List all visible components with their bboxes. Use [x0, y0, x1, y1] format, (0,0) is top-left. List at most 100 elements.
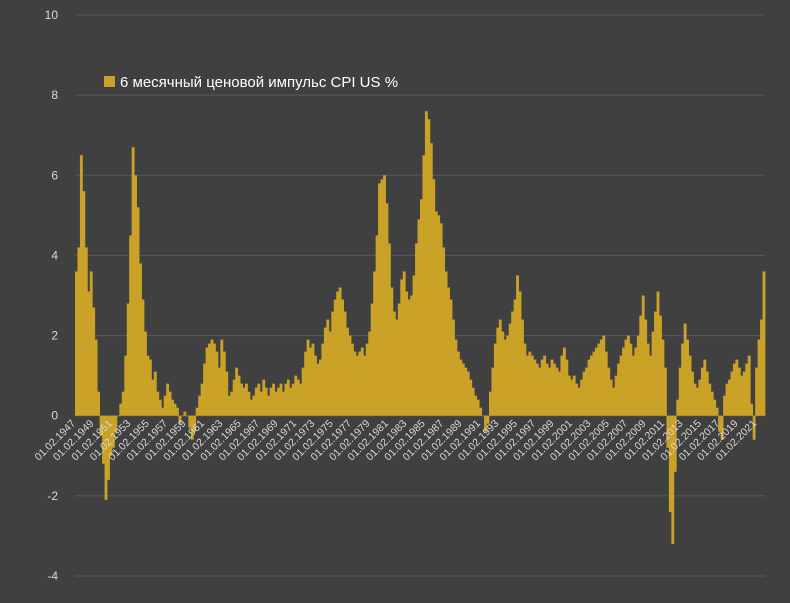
bar — [742, 371, 746, 416]
bar — [565, 359, 569, 416]
bar — [230, 391, 234, 416]
bar — [612, 387, 616, 416]
bar — [272, 383, 275, 416]
bar — [291, 383, 295, 416]
bar — [737, 367, 741, 416]
bar-series — [75, 111, 766, 544]
bar — [641, 295, 645, 416]
bar — [686, 339, 689, 416]
bar — [555, 367, 559, 416]
bar — [222, 351, 226, 416]
bar — [627, 335, 630, 416]
bar — [572, 375, 576, 416]
bar — [355, 355, 359, 416]
bar — [200, 383, 204, 416]
bar — [247, 391, 251, 416]
bar — [582, 371, 586, 416]
bar — [351, 343, 354, 416]
bar — [580, 379, 584, 416]
bar — [516, 275, 519, 416]
bar — [513, 299, 517, 416]
bar — [533, 359, 537, 416]
bar — [760, 319, 763, 416]
bar — [498, 319, 502, 416]
bar — [368, 331, 372, 416]
bar — [447, 287, 450, 416]
bar — [82, 191, 86, 416]
bar — [370, 303, 374, 416]
bar — [659, 315, 662, 416]
bar — [237, 375, 241, 416]
bar — [195, 407, 199, 416]
bar — [412, 275, 416, 416]
bar — [710, 391, 714, 416]
bar — [183, 411, 187, 416]
bar — [314, 355, 317, 416]
bar — [158, 399, 162, 416]
bar — [360, 347, 364, 416]
bar — [363, 355, 367, 416]
bar — [725, 383, 729, 416]
y-tick-label: -2 — [47, 489, 58, 503]
bar — [348, 335, 352, 416]
bar — [227, 395, 231, 416]
bar — [525, 355, 529, 416]
bar — [210, 339, 214, 416]
bar — [503, 339, 507, 416]
y-tick-label: -4 — [47, 569, 58, 583]
chart-container: -4 -2 0 2 4 6 8 10 01.02.1947 01.02.1949 01.02.19… — [0, 0, 790, 598]
bar — [481, 415, 485, 417]
bar — [762, 271, 766, 416]
y-axis-tick-labels: -4 -2 0 2 4 6 8 10 — [45, 8, 59, 583]
bar — [636, 335, 640, 416]
bar — [538, 367, 542, 416]
bar — [242, 387, 246, 416]
bar — [678, 367, 682, 416]
bar — [321, 343, 325, 416]
bar — [402, 271, 406, 416]
bar — [732, 363, 736, 416]
bar — [466, 371, 470, 416]
bar — [129, 235, 133, 416]
bar — [501, 331, 505, 416]
legend-label: 6 месячный ценовой импульс CPI US % — [120, 74, 398, 91]
bar — [208, 343, 211, 416]
bar — [496, 327, 500, 416]
bar — [523, 343, 527, 416]
bar — [417, 219, 421, 416]
bar — [259, 391, 263, 416]
bar — [745, 363, 749, 416]
bar — [757, 339, 761, 416]
bar — [735, 359, 739, 416]
bar — [528, 351, 532, 416]
bar — [92, 307, 96, 416]
bar — [161, 407, 165, 416]
bar — [631, 355, 635, 416]
bar — [309, 347, 312, 416]
cpi-impulse-chart: -4 -2 0 2 4 6 8 10 01.02.194701.02.194901.02.19… — [32, 8, 766, 583]
bar — [696, 387, 699, 416]
bar — [548, 367, 551, 416]
bar — [245, 383, 248, 416]
bar — [622, 347, 625, 416]
bar — [225, 371, 229, 416]
bar — [294, 375, 298, 416]
bar — [624, 339, 628, 416]
y-tick-label: 4 — [51, 248, 58, 262]
bar — [264, 387, 268, 416]
bar — [343, 311, 347, 416]
bar — [511, 311, 515, 416]
bar — [97, 391, 101, 416]
bar — [607, 367, 611, 416]
y-tick-label: 0 — [51, 409, 58, 423]
bar — [153, 371, 157, 416]
bar — [474, 395, 478, 416]
bar — [163, 395, 167, 416]
bar — [318, 359, 322, 416]
bar — [429, 143, 433, 416]
bar — [661, 339, 665, 416]
bar — [634, 347, 638, 416]
bar — [203, 363, 206, 416]
bar — [328, 331, 332, 416]
bar — [755, 367, 758, 416]
